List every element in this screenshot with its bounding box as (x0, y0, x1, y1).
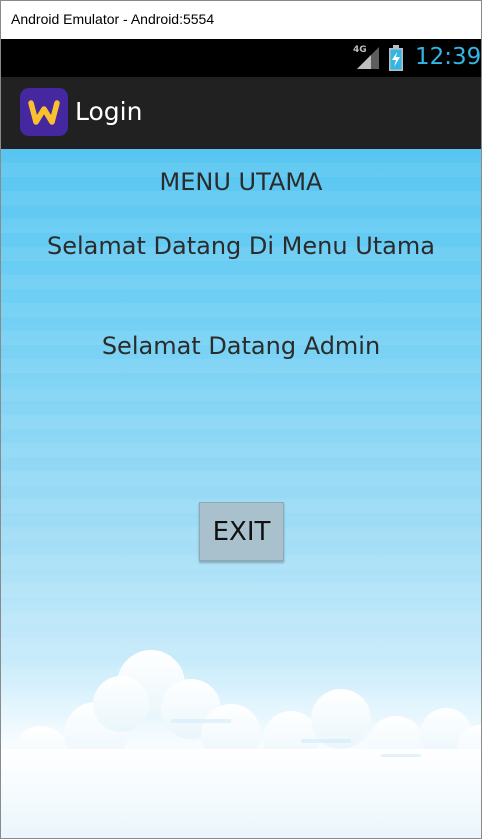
signal-icon (357, 47, 379, 69)
action-bar-title: Login (75, 97, 143, 126)
window-titlebar: Android Emulator - Android:5554 (1, 1, 481, 39)
device-screen: 4G 12:39 Login MENU UTAMA Selamat Datang… (1, 39, 481, 838)
welcome-user-text: Selamat Datang Admin (101, 332, 381, 360)
action-bar: Login (1, 77, 481, 149)
clock-time: 12:39 (415, 44, 481, 70)
app-logo-icon[interactable] (20, 88, 68, 136)
window-title: Android Emulator - Android:5554 (11, 11, 215, 27)
welcome-menu-text: Selamat Datang Di Menu Utama (47, 232, 435, 260)
battery-charging-icon (389, 45, 403, 71)
emulator-window: Android Emulator - Android:5554 4G 12:39 (0, 0, 482, 839)
exit-button[interactable]: EXIT (199, 502, 284, 561)
clouds-illustration (1, 650, 481, 838)
main-content: MENU UTAMA Selamat Datang Di Menu Utama … (1, 149, 481, 838)
page-title: MENU UTAMA (159, 168, 323, 196)
status-bar: 4G 12:39 (1, 39, 481, 77)
